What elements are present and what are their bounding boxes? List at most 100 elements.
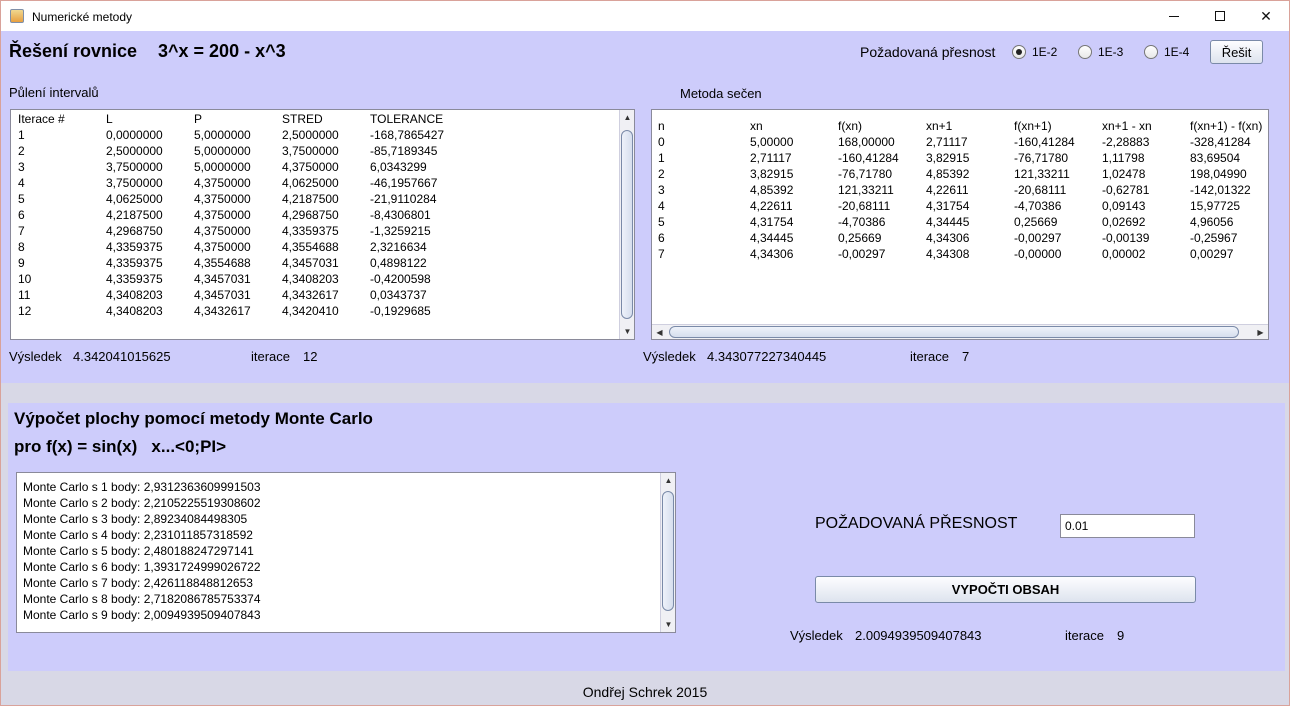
table-cell: 4,85392 [926,167,970,181]
table-cell: 1,02478 [1102,167,1146,181]
solve-button[interactable]: Řešit [1210,40,1263,64]
table-cell: -0,00297 [838,247,886,261]
scroll-down-icon[interactable]: ▼ [620,324,634,339]
list-item: Monte Carlo s 4 body: 2,231011857318592 [23,528,253,542]
table-cell: 4,96056 [1190,215,1234,229]
list-item: Monte Carlo s 2 body: 2,2105225519308602 [23,496,261,510]
secant-horizontal-scrollbar[interactable]: ◀ ▶ [652,324,1268,339]
maximize-button[interactable] [1197,1,1243,31]
scroll-up-icon[interactable]: ▲ [620,110,634,125]
table-cell: 4,3750000 [194,208,251,222]
table-row: 10 4,3359375 4,3457031 4,3408203 -0,4200598 [18,271,480,287]
table-cell: 5,00000 [750,135,794,149]
table-cell: 4,34306 [926,231,970,245]
table-cell: 3,7500000 [106,160,163,174]
table-cell: 4,31754 [750,215,794,229]
precision-option-1e2[interactable]: 1E-2 [1012,45,1057,59]
table-cell: 4,31754 [926,199,970,213]
table-cell: -20,68111 [838,199,891,213]
table-cell: -8,4306801 [370,208,431,222]
table-cell: -1,3259215 [370,224,431,238]
java-app-icon [10,9,24,23]
table-cell: 6 [18,208,25,222]
table-cell: 4,22611 [750,199,793,213]
table-cell: 4,0625000 [282,176,339,190]
table-cell: 2 [658,167,665,181]
precision-option-1e4[interactable]: 1E-4 [1144,45,1189,59]
table-row: 3 3,7500000 5,0000000 4,3750000 6,0343299 [18,159,480,175]
table-cell: 4,2968750 [282,208,339,222]
scroll-up-icon[interactable]: ▲ [661,473,675,488]
table-cell: 121,33211 [1014,167,1070,181]
table-cell: 12 [18,304,32,318]
list-item: Monte Carlo s 8 body: 2,7182086785753374 [23,592,261,606]
table-row: 1 2,71117 -160,41284 3,82915 -76,71780 1,1179… [658,150,1268,166]
secant-title: Metoda sečen [680,86,762,101]
table-cell: 168,00000 [838,135,895,149]
minimize-button[interactable] [1151,1,1197,31]
minimize-icon [1169,15,1179,17]
table-cell: 4,2187500 [106,208,163,222]
table-cell: 4 [18,176,25,190]
scroll-down-icon[interactable]: ▼ [661,617,675,632]
scroll-left-icon[interactable]: ◀ [652,325,667,339]
mc-iter-label: iterace [1065,628,1105,643]
compute-area-button[interactable]: VYPOČTI OBSAH [815,576,1196,603]
radio-checked-icon [1012,45,1026,59]
column-header: xn [750,119,763,133]
precision-option-1e3[interactable]: 1E-3 [1078,45,1123,59]
mc-precision-input[interactable]: 0.01 [1060,514,1195,538]
table-cell: 4,3750000 [194,176,251,190]
column-header: L [106,112,113,126]
table-cell: 10 [18,272,32,286]
maximize-icon [1215,11,1225,21]
montecarlo-vertical-scrollbar[interactable]: ▲ ▼ [660,473,675,632]
column-header: Iterace # [18,112,65,126]
bisection-vertical-scrollbar[interactable]: ▲ ▼ [619,110,634,339]
table-row: 1 0,0000000 5,0000000 2,5000000 -168,7865427 [18,127,480,143]
table-cell: 9 [18,256,25,270]
table-cell: 6 [658,231,665,245]
mc-result-value: 2.0094939509407843 [855,628,982,643]
table-cell: -0,00000 [1014,247,1062,261]
table-cell: 4,3554688 [194,256,251,270]
montecarlo-panel: Výpočet plochy pomocí metody Monte Carlo… [8,403,1285,671]
table-cell: -4,70386 [838,215,886,229]
secant-table[interactable]: n xn f(xn) xn+1 f(xn+1) xn+1 - xn f(xn+1… [651,109,1269,340]
table-cell: 5,0000000 [194,144,251,158]
bisection-title: Půlení intervalů [9,85,99,100]
table-row: 6 4,34445 0,25669 4,34306 -0,00297 -0,00139 -0… [658,230,1268,246]
bisection-table[interactable]: Iterace # L P STRED TOLERANCE 1 0,0000000… [10,109,635,340]
table-cell: -0,4200598 [370,272,431,286]
table-cell: -0,62781 [1102,183,1150,197]
table-cell: 4,3359375 [106,256,163,270]
table-cell: 2,3216634 [370,240,427,254]
equation-panel: Řešení rovnice 3^x = 200 - x^3 Požadovan… [1,31,1289,383]
table-cell: 4,3750000 [194,192,251,206]
table-cell: 1 [18,128,25,142]
list-item: Monte Carlo s 7 body: 2,426118848812653 [23,576,253,590]
secant-iter-value: 7 [962,349,970,364]
scroll-right-icon[interactable]: ▶ [1253,325,1268,339]
scrollbar-thumb[interactable] [669,326,1239,338]
table-row: 5 4,0625000 4,3750000 4,2187500 -21,9110284 [18,191,480,207]
table-cell: 3,7500000 [106,176,163,190]
close-button[interactable]: ✕ [1243,1,1289,31]
table-cell: 4,3359375 [282,224,339,238]
montecarlo-lines: Monte Carlo s 1 body: 2,9312363609991503… [23,479,261,623]
table-cell: 4,0625000 [106,192,163,206]
montecarlo-results-list[interactable]: Monte Carlo s 1 body: 2,9312363609991503… [16,472,676,633]
table-cell: 4,3420410 [282,304,339,318]
scrollbar-thumb[interactable] [662,491,674,611]
table-cell: -2,28883 [1102,135,1150,149]
scrollbar-thumb[interactable] [621,130,633,319]
table-cell: 2 [18,144,25,158]
table-cell: 2,71117 [750,151,792,165]
column-header: xn+1 - xn [1102,119,1152,133]
table-cell: -0,00139 [1102,231,1150,245]
table-cell: 83,69504 [1190,151,1241,165]
precision-label: Požadovaná přesnost [860,44,996,60]
table-row: 7 4,2968750 4,3750000 4,3359375 -1,3259215 [18,223,480,239]
bisection-result-value: 4.342041015625 [73,349,171,364]
bisection-iter-label: iterace [251,349,291,364]
